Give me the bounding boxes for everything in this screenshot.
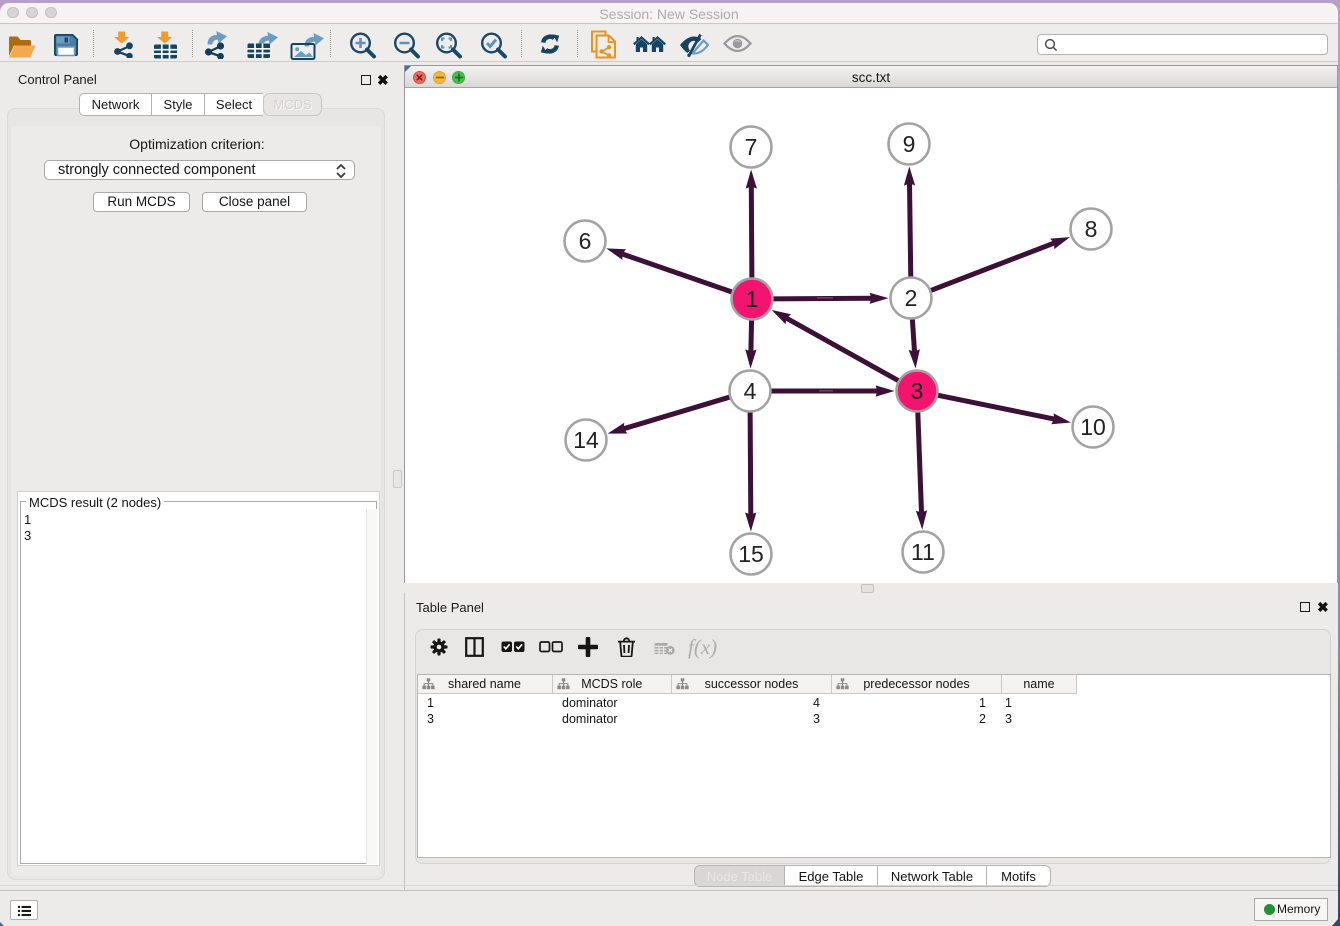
svg-text:10: 10 bbox=[1080, 414, 1106, 440]
svg-text:14: 14 bbox=[573, 427, 599, 453]
svg-text:7: 7 bbox=[745, 134, 758, 160]
svg-text:8: 8 bbox=[1085, 216, 1098, 242]
svg-text:9: 9 bbox=[903, 131, 916, 157]
svg-text:11: 11 bbox=[911, 539, 935, 565]
svg-text:1: 1 bbox=[746, 286, 759, 312]
svg-text:2: 2 bbox=[905, 285, 918, 311]
svg-text:6: 6 bbox=[579, 228, 592, 254]
svg-text:4: 4 bbox=[744, 378, 757, 404]
svg-text:15: 15 bbox=[738, 541, 764, 567]
svg-text:3: 3 bbox=[911, 378, 924, 404]
